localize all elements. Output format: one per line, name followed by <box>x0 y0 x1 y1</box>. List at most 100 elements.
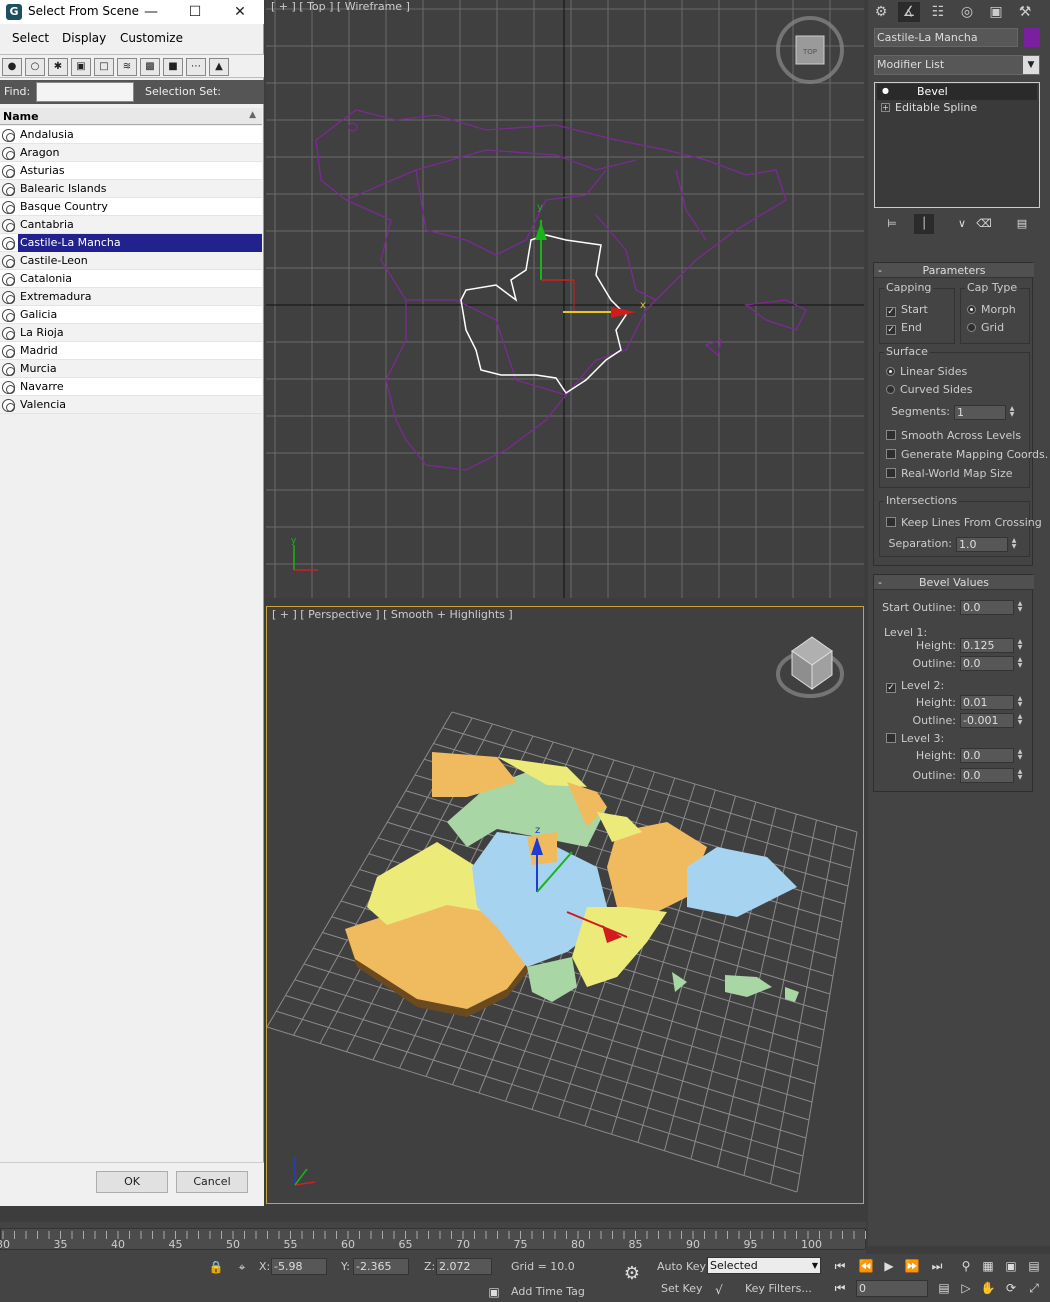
modifier-list-dropdown[interactable]: Modifier List ▼ <box>874 55 1040 75</box>
field-of-view-icon[interactable]: ▷ <box>956 1278 976 1298</box>
parameters-rollout-header[interactable]: - Parameters <box>874 263 1034 278</box>
auto-key-button[interactable]: Auto Key <box>657 1260 706 1273</box>
track-bar[interactable] <box>0 1228 866 1250</box>
list-item[interactable]: Valencia <box>0 396 262 414</box>
zoom-extents-all-icon[interactable]: ▤ <box>1024 1256 1044 1276</box>
current-frame-field[interactable]: 0 <box>856 1280 928 1297</box>
capping-start-checkbox[interactable]: ✓ Start <box>886 303 928 317</box>
list-item[interactable]: Murcia <box>0 360 262 378</box>
key-filters-button[interactable]: Key Filters... <box>745 1282 812 1295</box>
motion-tab-icon[interactable]: ◎ <box>956 2 978 22</box>
list-item[interactable]: Castile-La Mancha <box>0 234 262 252</box>
chevron-down-icon[interactable]: ▼ <box>1023 56 1039 74</box>
menu-customize[interactable]: Customize <box>120 31 183 45</box>
utilities-tab-icon[interactable]: ⚒ <box>1014 2 1036 22</box>
stack-item-editable-spline[interactable]: + Editable Spline <box>877 100 1037 116</box>
spain-3d-model[interactable]: z <box>345 752 799 1017</box>
region-catalonia[interactable] <box>687 847 797 917</box>
close-icon[interactable]: ✕ <box>229 2 251 22</box>
minimize-icon[interactable]: — <box>140 2 162 22</box>
list-item[interactable]: Cantabria <box>0 216 262 234</box>
maximize-icon[interactable]: ☐ <box>184 2 206 22</box>
bevel-values-rollout-header[interactable]: - Bevel Values <box>874 575 1034 590</box>
linear-sides-radio[interactable]: Linear Sides <box>886 365 967 378</box>
key-filters-icon[interactable]: √ <box>709 1280 729 1300</box>
list-item[interactable]: Navarre <box>0 378 262 396</box>
go-to-end-icon[interactable]: ⏭ <box>927 1256 947 1276</box>
z-coord-field[interactable]: 2.072 <box>436 1258 492 1275</box>
perspective-viewport[interactable]: z [ + ] [ Perspective ] [ Smooth + Highl… <box>266 606 864 1204</box>
absolute-mode-icon[interactable]: ⌖ <box>232 1257 252 1277</box>
object-name-field[interactable]: Castile-La Mancha <box>874 28 1018 47</box>
lights-filter-icon[interactable]: ✱ <box>48 58 68 76</box>
geometry-filter-icon[interactable]: ● <box>2 58 22 76</box>
list-item[interactable]: Galicia <box>0 306 262 324</box>
curved-sides-radio[interactable]: Curved Sides <box>886 383 972 396</box>
remove-modifier-icon[interactable]: ⌫ <box>974 214 994 234</box>
time-tag-icon[interactable]: ▣ <box>484 1282 504 1302</box>
xrefs-filter-icon[interactable]: ■ <box>163 58 183 76</box>
set-key-button[interactable]: Set Key <box>661 1282 703 1295</box>
modify-tab-icon[interactable]: ∡ <box>898 2 920 22</box>
configure-sets-icon[interactable]: ▤ <box>1012 214 1032 234</box>
list-item[interactable]: Asturias <box>0 162 262 180</box>
zoom-extents-icon[interactable]: ▣ <box>1001 1256 1021 1276</box>
top-viewcube[interactable]: TOP <box>776 16 844 84</box>
helpers-filter-icon[interactable]: □ <box>94 58 114 76</box>
pan-view-icon[interactable]: ✋ <box>978 1278 998 1298</box>
stack-item-bevel[interactable]: ● Bevel <box>877 84 1037 100</box>
spacewarps-filter-icon[interactable]: ≋ <box>117 58 137 76</box>
pin-stack-icon[interactable]: ⊨ <box>882 214 902 234</box>
containers-filter-icon[interactable]: ▲ <box>209 58 229 76</box>
expand-icon[interactable]: + <box>881 103 890 112</box>
l2-height-spinner[interactable]: 0.01 ▲ ▼ <box>960 695 1022 710</box>
ok-button[interactable]: OK <box>96 1171 168 1193</box>
real-world-map-size-checkbox[interactable]: Real-World Map Size <box>886 467 1013 480</box>
list-item[interactable]: Catalonia <box>0 270 262 288</box>
list-item[interactable]: La Rioja <box>0 324 262 342</box>
menu-display[interactable]: Display <box>62 31 106 45</box>
separation-spinner[interactable]: 1.0 ▲ ▼ <box>956 537 1016 552</box>
generate-mapping-coords-checkbox[interactable]: Generate Mapping Coords. <box>886 448 1048 461</box>
next-frame-icon[interactable]: ⏩ <box>902 1256 922 1276</box>
y-coord-field[interactable]: -2.365 <box>353 1258 409 1275</box>
morph-radio[interactable]: Morph <box>967 303 1016 316</box>
list-item[interactable]: Castile-Leon <box>0 252 262 270</box>
list-item[interactable]: Basque Country <box>0 198 262 216</box>
set-key-icon[interactable]: ⚙ <box>612 1264 652 1284</box>
capping-end-checkbox[interactable]: ✓ End <box>886 321 922 335</box>
hierarchy-tab-icon[interactable]: ☷ <box>927 2 949 22</box>
groups-filter-icon[interactable]: ▩ <box>140 58 160 76</box>
list-item[interactable]: Madrid <box>0 342 262 360</box>
l1-outline-spinner[interactable]: 0.0 ▲ ▼ <box>960 656 1022 671</box>
start-outline-spinner[interactable]: 0.0 ▲ ▼ <box>960 600 1022 615</box>
l3-height-spinner[interactable]: 0.0 ▲ ▼ <box>960 748 1022 763</box>
level3-checkbox[interactable]: Level 3: <box>886 732 944 745</box>
list-item[interactable]: Balearic Islands <box>0 180 262 198</box>
segments-spinner[interactable]: 1 ▲ ▼ <box>954 405 1014 420</box>
key-mode-dropdown[interactable]: Selected ▼ <box>707 1257 821 1274</box>
zoom-icon[interactable]: ⚲ <box>956 1256 976 1276</box>
perspective-viewport-label[interactable]: [ + ] [ Perspective ] [ Smooth + Highlig… <box>272 608 513 621</box>
level2-checkbox[interactable]: ✓ Level 2: <box>886 679 944 693</box>
create-tab-icon[interactable]: ⚙ <box>870 2 892 22</box>
cancel-button[interactable]: Cancel <box>176 1171 248 1193</box>
object-color-swatch[interactable] <box>1024 28 1040 47</box>
lock-selection-icon[interactable]: 🔒 <box>206 1257 226 1277</box>
shapes-filter-icon[interactable]: ○ <box>25 58 45 76</box>
x-coord-field[interactable]: -5.98 <box>271 1258 327 1275</box>
go-to-start-icon[interactable]: ⏮ <box>830 1256 850 1276</box>
perspective-viewcube[interactable] <box>776 636 844 698</box>
add-time-tag-button[interactable]: Add Time Tag <box>511 1285 585 1298</box>
make-unique-icon[interactable]: ∨ <box>952 214 972 234</box>
orbit-icon[interactable]: ⟳ <box>1001 1278 1021 1298</box>
zoom-all-icon[interactable]: ▦ <box>978 1256 998 1276</box>
list-header[interactable]: Name ▲ <box>0 108 262 125</box>
display-tab-icon[interactable]: ▣ <box>985 2 1007 22</box>
top-viewport[interactable]: y x y TOP [ + ] [ Top ] [ Wireframe ] <box>266 0 864 598</box>
key-mode-toggle-icon[interactable]: ⏮ <box>830 1278 850 1298</box>
find-input[interactable] <box>36 82 134 102</box>
show-end-result-icon[interactable]: │ <box>914 214 934 234</box>
top-viewport-label[interactable]: [ + ] [ Top ] [ Wireframe ] <box>271 0 410 13</box>
list-item[interactable]: Aragon <box>0 144 262 162</box>
